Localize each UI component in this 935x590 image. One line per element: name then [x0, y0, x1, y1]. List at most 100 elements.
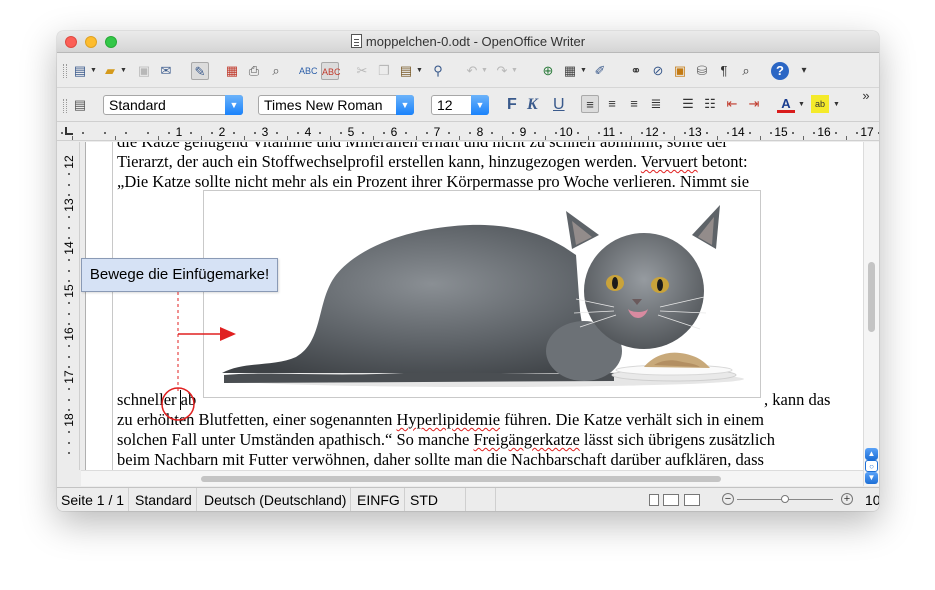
- font-color-dropdown-caret[interactable]: ▼: [798, 101, 805, 108]
- language-indicator[interactable]: Deutsch (Deutschland): [200, 488, 352, 511]
- ruler-mark: [458, 136, 460, 140]
- new-dropdown-caret[interactable]: ▼: [90, 67, 97, 74]
- font-name-value: Times New Roman: [264, 97, 383, 113]
- underline-button[interactable]: U: [553, 96, 565, 114]
- numbering-icon[interactable]: ☰: [679, 95, 697, 113]
- show-draw-functions-icon[interactable]: ✐: [591, 62, 609, 80]
- formatting-marks-icon[interactable]: ¶: [715, 62, 733, 80]
- decrease-indent-icon[interactable]: ⇤: [723, 95, 741, 113]
- data-sources-icon[interactable]: ⛁: [693, 62, 711, 80]
- redo-dropdown-caret[interactable]: ▼: [511, 67, 518, 74]
- zoom-slider-knob[interactable]: [781, 495, 789, 503]
- email-icon[interactable]: ✉: [157, 62, 175, 80]
- vertical-scroll-thumb[interactable]: [868, 262, 875, 332]
- tab-stop-icon[interactable]: [65, 127, 73, 135]
- undo-dropdown-caret[interactable]: ▼: [481, 67, 488, 74]
- open-folder-icon[interactable]: ▰: [101, 62, 119, 80]
- save-icon[interactable]: ▣: [135, 62, 153, 80]
- previous-page-button[interactable]: ▲: [865, 448, 878, 460]
- vertical-ruler[interactable]: 12 13 14 15 16 17 18: [57, 142, 80, 470]
- vertical-scrollbar[interactable]: ▲ ○ ▼: [863, 142, 879, 486]
- increase-indent-icon[interactable]: ⇥: [745, 95, 763, 113]
- navigation-button[interactable]: ○: [865, 460, 878, 472]
- paste-icon[interactable]: ▤: [397, 62, 415, 80]
- cut-icon[interactable]: ✂: [353, 62, 371, 80]
- ruler-mark: [856, 132, 859, 134]
- text-line[interactable]: die Katze genügend Vitamine und Minerali…: [117, 142, 728, 152]
- text-line[interactable]: beim Nachbarn mit Futter verwöhnen, dahe…: [117, 450, 764, 470]
- bold-button[interactable]: F: [507, 96, 517, 114]
- chevron-down-icon[interactable]: ▼: [225, 95, 243, 115]
- toolbar-grip[interactable]: [63, 99, 67, 113]
- text-line[interactable]: schneller ab: [117, 390, 196, 410]
- chevron-down-icon[interactable]: ▼: [471, 95, 489, 115]
- zoom-percent[interactable]: 10: [861, 488, 879, 511]
- misspelled-word[interactable]: Vervuert: [641, 152, 698, 171]
- page-style-indicator[interactable]: Standard: [131, 488, 197, 511]
- single-page-view-icon[interactable]: [649, 494, 659, 506]
- table-dropdown-caret[interactable]: ▼: [580, 67, 587, 74]
- print-preview-icon[interactable]: ⌕: [267, 62, 285, 80]
- auto-spellcheck-icon[interactable]: ABC: [321, 62, 341, 80]
- bullets-icon[interactable]: ☷: [701, 95, 719, 113]
- text-line[interactable]: zu erhöhten Blutfetten, einer sogenannte…: [117, 410, 764, 430]
- multi-page-view-icon[interactable]: [663, 494, 679, 506]
- edit-mode-icon[interactable]: ✎: [191, 62, 209, 80]
- zoom-out-button[interactable]: −: [722, 493, 734, 505]
- document-area[interactable]: die Katze genügend Vitamine und Minerali…: [81, 142, 863, 470]
- highlighting-icon[interactable]: ab: [811, 95, 829, 113]
- zoom-in-button[interactable]: +: [841, 493, 853, 505]
- export-pdf-icon[interactable]: ▦: [223, 62, 241, 80]
- redo-icon[interactable]: ↷: [493, 62, 511, 80]
- paragraph-style-combo[interactable]: Standard ▼: [103, 95, 243, 115]
- table-icon[interactable]: ▦: [561, 62, 579, 80]
- paste-dropdown-caret[interactable]: ▼: [416, 67, 423, 74]
- toolbar-overflow-button[interactable]: »: [859, 87, 873, 105]
- cat-image[interactable]: [203, 190, 761, 398]
- new-document-icon[interactable]: ▤: [71, 62, 89, 80]
- copy-icon[interactable]: ❐: [375, 62, 393, 80]
- zoom-slider[interactable]: [737, 495, 833, 503]
- zoom-icon[interactable]: ⌕: [737, 62, 755, 80]
- find-replace-icon[interactable]: ⚭: [627, 62, 645, 80]
- align-right-icon[interactable]: ≡: [625, 95, 643, 113]
- open-dropdown-caret[interactable]: ▼: [120, 67, 127, 74]
- styles-formatting-icon[interactable]: ▤: [71, 96, 89, 114]
- italic-button[interactable]: K: [527, 96, 538, 114]
- navigator-icon[interactable]: ⊘: [649, 62, 667, 80]
- gallery-icon[interactable]: ▣: [671, 62, 689, 80]
- ruler-number: 9: [519, 125, 527, 139]
- misspelled-word[interactable]: Freigängerkatze: [474, 430, 580, 449]
- align-left-icon[interactable]: ≡: [581, 95, 599, 113]
- horizontal-scroll-thumb[interactable]: [201, 476, 721, 482]
- hyperlink-icon[interactable]: ⊕: [539, 62, 557, 80]
- page[interactable]: die Katze genügend Vitamine und Minerali…: [85, 142, 863, 470]
- spellcheck-icon[interactable]: ABC: [299, 62, 318, 80]
- print-icon[interactable]: ⎙: [245, 62, 263, 80]
- chevron-down-icon[interactable]: ▼: [396, 95, 414, 115]
- toolbar-grip[interactable]: [63, 64, 67, 78]
- insert-mode-indicator[interactable]: EINFG: [353, 488, 405, 511]
- font-color-icon[interactable]: A: [777, 95, 795, 113]
- justify-icon[interactable]: ≣: [647, 95, 665, 113]
- text-line[interactable]: „Die Katze sollte nicht mehr als ein Pro…: [117, 172, 749, 192]
- book-view-icon[interactable]: [684, 494, 700, 506]
- help-icon[interactable]: ?: [771, 62, 789, 80]
- align-center-icon[interactable]: ≡: [603, 95, 621, 113]
- text-line[interactable]: Tierarzt, der auch ein Stoffwechselprofi…: [117, 152, 748, 172]
- font-size-combo[interactable]: 12 ▼: [431, 95, 489, 115]
- misspelled-word[interactable]: Hyperlipidemie: [397, 410, 501, 429]
- ruler-mark: [157, 136, 159, 140]
- horizontal-scrollbar[interactable]: [81, 470, 863, 486]
- undo-icon[interactable]: ↶: [463, 62, 481, 80]
- font-name-combo[interactable]: Times New Roman ▼: [258, 95, 414, 115]
- next-page-button[interactable]: ▼: [865, 472, 878, 484]
- text-line[interactable]: solchen Fall unter Umständen apathisch.“…: [117, 430, 775, 450]
- page-indicator[interactable]: Seite 1 / 1: [57, 488, 130, 511]
- clone-formatting-icon[interactable]: ⚲: [429, 62, 447, 80]
- toolbar-overflow-icon[interactable]: ▾: [799, 62, 809, 80]
- text-line[interactable]: , kann das: [764, 390, 830, 410]
- highlighting-dropdown-caret[interactable]: ▼: [833, 101, 840, 108]
- selection-mode-indicator[interactable]: STD: [406, 488, 466, 511]
- horizontal-ruler[interactable]: 1 2 3 4 5 6 7 8 9 10 11 12 13 14 15 16 17: [57, 123, 879, 141]
